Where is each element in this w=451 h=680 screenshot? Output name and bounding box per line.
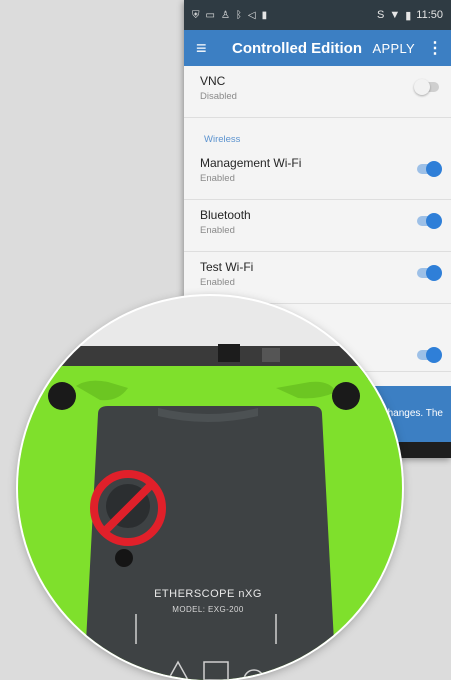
port-connector xyxy=(262,348,280,362)
clock: 11:50 xyxy=(416,9,443,21)
toggle-knob xyxy=(426,213,442,229)
section-header-wireless: Wireless xyxy=(204,134,241,145)
hidden-setting-toggle[interactable] xyxy=(417,347,442,363)
app-bar: ≡ Controlled Edition APPLY ⋮ xyxy=(184,30,451,66)
changes-banner-text: hanges. The xyxy=(387,408,443,419)
test-wifi-toggle[interactable] xyxy=(417,265,442,281)
setting-status: Enabled xyxy=(200,277,235,288)
app-title: Controlled Edition xyxy=(232,39,362,57)
setting-row-bluetooth[interactable]: Bluetooth Enabled xyxy=(184,200,451,252)
device-brand: ETHERSCOPE nXG xyxy=(154,588,262,600)
bluetooth-toggle[interactable] xyxy=(417,213,442,229)
person-icon: ♙ xyxy=(220,9,230,21)
setting-title: Test Wi-Fi xyxy=(200,260,254,274)
setting-row-vnc[interactable]: VNC Disabled xyxy=(184,66,451,118)
wifi-icon: ▼ xyxy=(389,9,401,21)
device-model: MODEL: EXG-200 xyxy=(172,605,244,614)
setting-row-management-wifi[interactable]: Management Wi-Fi Enabled xyxy=(184,148,451,200)
image-icon: ▮ xyxy=(261,9,268,21)
setting-title: Bluetooth xyxy=(200,208,251,222)
wifi-calling-icon: S xyxy=(376,9,385,21)
toggle-knob xyxy=(426,265,442,281)
status-right: S ▼ ▮ 11:50 xyxy=(377,9,443,22)
apply-button[interactable]: APPLY xyxy=(373,41,415,56)
setting-title: Management Wi-Fi xyxy=(200,156,302,170)
more-options-icon[interactable]: ⋮ xyxy=(427,38,443,58)
screw-hole xyxy=(48,382,76,410)
battery-icon: ▮ xyxy=(405,9,412,22)
hamburger-menu-icon[interactable]: ≡ xyxy=(196,38,224,59)
setting-status: Disabled xyxy=(200,91,237,102)
device-illustration: ETHERSCOPE nXG MODEL: EXG-200 xyxy=(18,344,402,680)
status-left-icons: ⛨ ▭ ♙ ᛒ ◁ ▮ xyxy=(192,10,267,21)
device-inset: ETHERSCOPE nXG MODEL: EXG-200 xyxy=(18,296,402,680)
toggle-knob xyxy=(426,161,442,177)
screw-hole xyxy=(332,382,360,410)
toggle-knob xyxy=(426,347,442,363)
setting-status: Enabled xyxy=(200,173,235,184)
setting-status: Enabled xyxy=(200,225,235,236)
port-connector xyxy=(218,344,240,362)
volume-icon: ◁ xyxy=(247,9,256,21)
bluetooth-icon: ᛒ xyxy=(235,9,242,21)
reset-hole xyxy=(115,549,133,567)
vnc-toggle[interactable] xyxy=(414,79,439,95)
status-bar: ⛨ ▭ ♙ ᛒ ◁ ▮ S ▼ ▮ 11:50 xyxy=(184,0,451,30)
shield-icon: ⛨ xyxy=(192,9,200,21)
management-wifi-toggle[interactable] xyxy=(417,161,442,177)
toggle-knob xyxy=(414,79,430,95)
cast-icon: ▭ xyxy=(205,9,215,21)
